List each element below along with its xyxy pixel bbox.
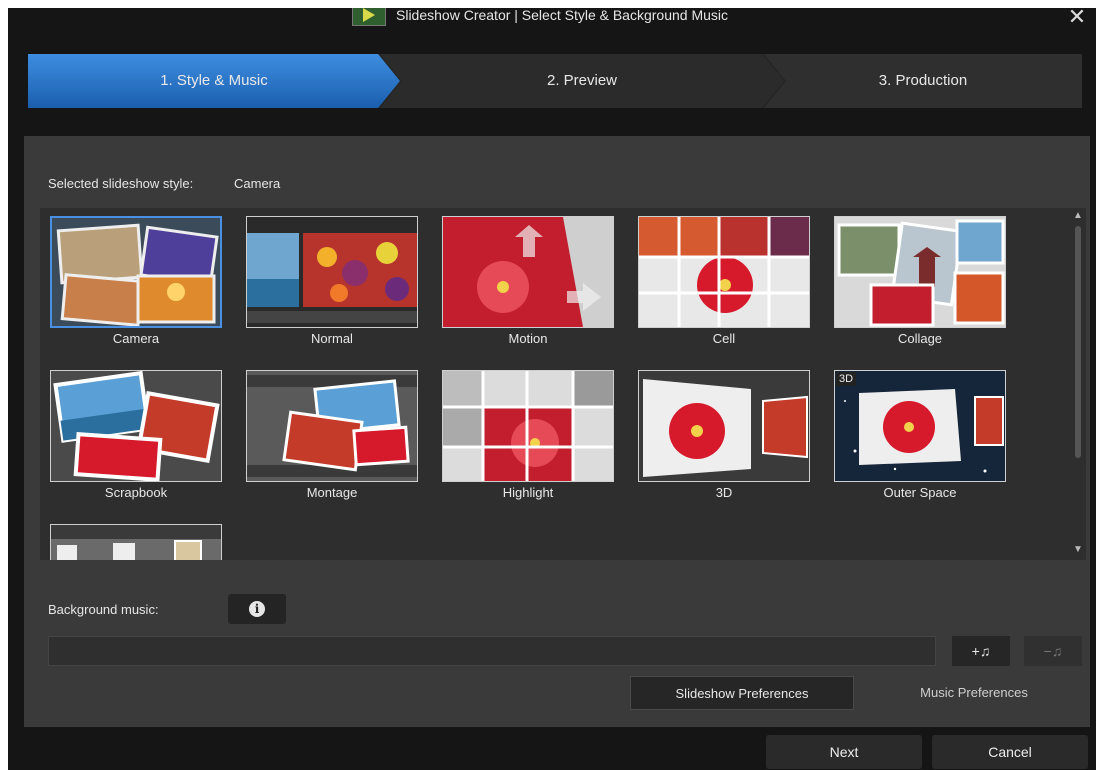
style-tile-highlight[interactable]: Highlight bbox=[440, 368, 616, 510]
style-caption: Motion bbox=[508, 331, 548, 346]
background-music-label: Background music: bbox=[48, 602, 159, 617]
cell-thumbnail bbox=[638, 216, 810, 328]
style-tile-partial[interactable] bbox=[48, 522, 224, 560]
background-music-field[interactable] bbox=[48, 636, 936, 666]
highlight-thumbnail-art bbox=[443, 371, 613, 481]
style-tile-cell[interactable]: Cell bbox=[636, 214, 812, 356]
cell-thumbnail-art bbox=[639, 217, 809, 327]
scroll-up-icon[interactable]: ▲ bbox=[1073, 210, 1083, 221]
scrapbook-thumbnail bbox=[50, 370, 222, 482]
camera-thumbnail-art bbox=[52, 218, 220, 326]
3d-badge: 3D bbox=[836, 372, 857, 386]
scroll-thumb[interactable] bbox=[1075, 226, 1081, 458]
style-tile-3d[interactable]: 3D bbox=[636, 368, 812, 510]
partial-thumbnail-art bbox=[51, 525, 221, 560]
outer-space-thumbnail: 3D bbox=[834, 370, 1006, 482]
slideshow-preferences-button[interactable]: Slideshow Preferences bbox=[630, 676, 854, 710]
style-caption: Highlight bbox=[502, 485, 554, 500]
motion-thumbnail-art bbox=[443, 217, 613, 327]
normal-thumbnail bbox=[246, 216, 418, 328]
style-tile-outer-space[interactable]: 3D Outer Space bbox=[832, 368, 1008, 510]
style-tile-scrapbook[interactable]: Scrapbook bbox=[48, 368, 224, 510]
style-tile-montage[interactable]: Montage bbox=[244, 368, 420, 510]
next-button[interactable]: Next bbox=[766, 735, 922, 769]
3d-thumbnail bbox=[638, 370, 810, 482]
style-tile-normal[interactable]: Normal bbox=[244, 214, 420, 356]
title-bar: Slideshow Creator | Select Style & Backg… bbox=[8, 8, 1096, 36]
montage-thumbnail-art bbox=[247, 371, 417, 481]
collage-thumbnail-art bbox=[835, 217, 1005, 327]
style-caption: Camera bbox=[112, 331, 160, 346]
style-caption: Outer Space bbox=[883, 485, 957, 500]
gallery-scrollbar[interactable]: ▲ ▼ bbox=[1070, 208, 1086, 560]
step-preview[interactable]: 2. Preview bbox=[380, 54, 784, 108]
scrapbook-thumbnail-art bbox=[51, 371, 221, 481]
motion-thumbnail bbox=[442, 216, 614, 328]
step-style-music[interactable]: 1. Style & Music bbox=[28, 54, 400, 108]
style-gallery: Camera Normal Motion Cell Collage Scrapb… bbox=[40, 208, 1074, 560]
window-title: Slideshow Creator | Select Style & Backg… bbox=[396, 8, 729, 23]
step-production[interactable]: 3. Production bbox=[764, 54, 1082, 108]
outer-space-thumbnail-art bbox=[835, 371, 1005, 481]
style-caption: Scrapbook bbox=[104, 485, 168, 500]
music-preferences-button[interactable]: Music Preferences bbox=[864, 676, 1084, 710]
style-music-panel: Selected slideshow style: Camera Camera bbox=[24, 136, 1090, 727]
close-icon[interactable]: ✕ bbox=[1066, 8, 1088, 28]
play-icon bbox=[363, 8, 375, 22]
style-tile-motion[interactable]: Motion bbox=[440, 214, 616, 356]
add-music-button[interactable]: +♫ bbox=[952, 636, 1010, 666]
info-icon: i bbox=[249, 601, 265, 617]
wizard-steps: 1. Style & Music 2. Preview 3. Productio… bbox=[28, 54, 1082, 108]
style-tile-collage[interactable]: Collage bbox=[832, 214, 1008, 356]
cancel-button[interactable]: Cancel bbox=[932, 735, 1088, 769]
style-tile-camera[interactable]: Camera bbox=[48, 214, 224, 356]
music-info-button[interactable]: i bbox=[228, 594, 286, 624]
style-caption: 3D bbox=[715, 485, 733, 500]
app-icon bbox=[352, 8, 386, 26]
slideshow-creator-window: Slideshow Creator | Select Style & Backg… bbox=[8, 8, 1096, 770]
selected-style-value: Camera bbox=[234, 176, 281, 191]
style-caption: Cell bbox=[712, 331, 736, 346]
3d-thumbnail-art bbox=[639, 371, 809, 481]
style-caption: Collage bbox=[897, 331, 943, 346]
remove-music-button[interactable]: −♫ bbox=[1024, 636, 1082, 666]
normal-thumbnail-art bbox=[247, 217, 417, 327]
camera-thumbnail bbox=[50, 216, 222, 328]
selected-style-label: Selected slideshow style: bbox=[48, 176, 194, 191]
montage-thumbnail bbox=[246, 370, 418, 482]
scroll-down-icon[interactable]: ▼ bbox=[1073, 544, 1083, 555]
collage-thumbnail bbox=[834, 216, 1006, 328]
style-caption: Montage bbox=[306, 485, 358, 500]
style-caption: Normal bbox=[311, 331, 353, 346]
partial-thumbnail bbox=[50, 524, 222, 560]
highlight-thumbnail bbox=[442, 370, 614, 482]
